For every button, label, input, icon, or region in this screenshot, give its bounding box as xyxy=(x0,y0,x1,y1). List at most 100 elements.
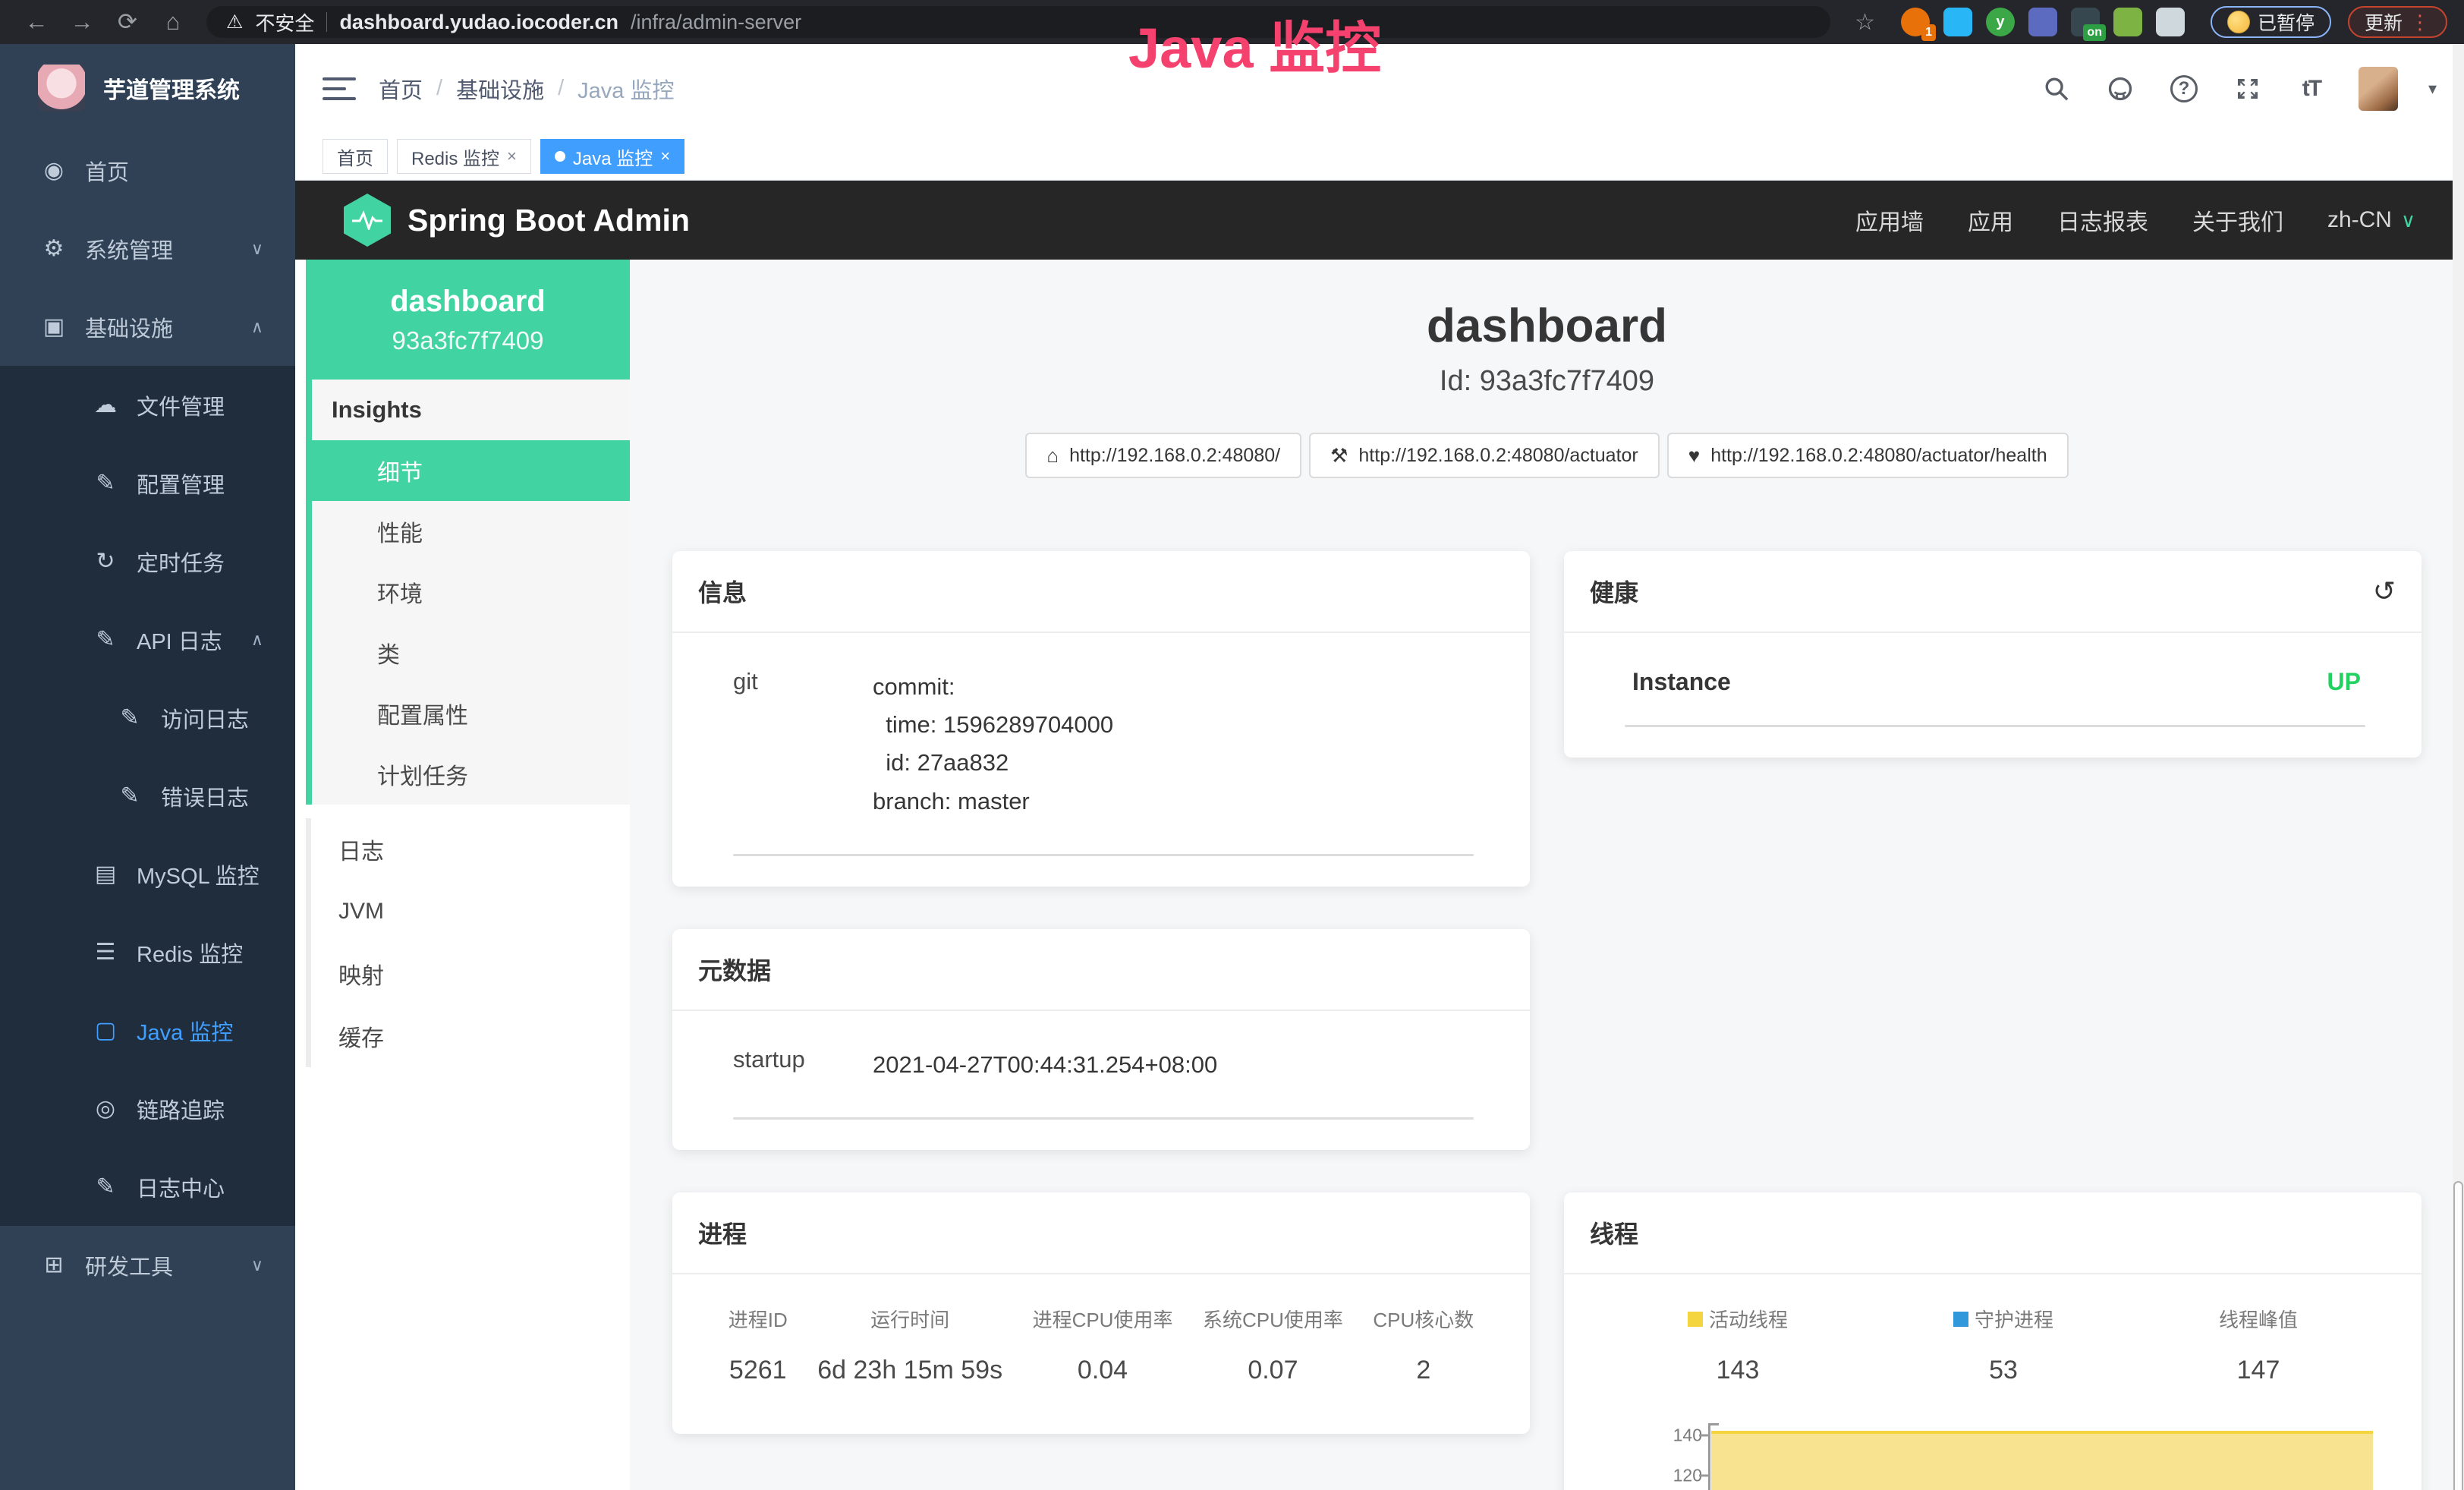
sidebar-item-api-log[interactable]: ✎API 日志∧ xyxy=(0,600,295,679)
extension-list-icon[interactable]: on xyxy=(2071,8,2100,36)
instance-link-button[interactable]: ⌂http://192.168.0.2:48080/ xyxy=(1025,433,1301,478)
sba-side-item-细节[interactable]: 细节 xyxy=(306,440,630,501)
breadcrumb-separator: / xyxy=(558,76,564,101)
breadcrumb-item[interactable]: 首页 xyxy=(379,73,423,105)
extension-leaf-icon[interactable] xyxy=(2113,8,2142,36)
tab-首页[interactable]: 首页 xyxy=(323,139,388,174)
sba-side-item-缓存[interactable]: 缓存 xyxy=(311,1005,630,1067)
sba-brand-title: Spring Boot Admin xyxy=(408,203,690,238)
extensions-row: 1 y on xyxy=(1892,8,2194,36)
sidebar-item-label: 首页 xyxy=(85,155,129,187)
collapse-sidebar-icon[interactable] xyxy=(323,75,356,102)
config-icon: ✎ xyxy=(90,470,121,496)
health-card: 健康 ↺ Instance UP xyxy=(1564,551,2422,758)
sba-side-item-类[interactable]: 类 xyxy=(312,622,630,683)
sidebar-item-mysql[interactable]: ▤MySQL 监控 xyxy=(0,835,295,913)
info-value: commit: time: 1596289704000 id: 27aa832 … xyxy=(873,668,1504,821)
help-icon[interactable]: ? xyxy=(2167,72,2201,106)
paused-profile-button[interactable]: 已暂停 xyxy=(2211,6,2331,38)
fullscreen-icon[interactable] xyxy=(2231,72,2264,106)
thread-stat: 线程峰值147 xyxy=(2219,1305,2298,1385)
threads-card-header: 线程 xyxy=(1564,1192,2422,1274)
back-icon[interactable]: ← xyxy=(17,8,56,36)
home-icon: ⌂ xyxy=(1046,444,1059,468)
extension-orange-icon[interactable]: 1 xyxy=(1901,8,1930,36)
threads-area-series xyxy=(1711,1431,2373,1490)
instance-link-url: http://192.168.0.2:48080/actuator/health xyxy=(1710,445,2047,467)
sba-side-item-环境[interactable]: 环境 xyxy=(312,562,630,622)
sba-nav-item[interactable]: 日志报表 xyxy=(2057,203,2148,237)
tab-Java 监控[interactable]: Java 监控× xyxy=(540,139,684,174)
metadata-row: startup 2021-04-27T00:44:31.254+08:00 xyxy=(698,1046,1504,1084)
tab-Redis 监控[interactable]: Redis 监控× xyxy=(397,139,531,174)
instance-link-button[interactable]: ♥http://192.168.0.2:48080/actuator/healt… xyxy=(1667,433,2069,478)
search-icon[interactable] xyxy=(2040,72,2073,106)
sba-nav-item[interactable]: 应用墙 xyxy=(1855,203,1924,237)
sba-main: dashboard Id: 93a3fc7f7409 ⌂http://192.1… xyxy=(630,260,2464,1490)
sba-nav-item[interactable]: 应用 xyxy=(1968,203,2013,237)
sba-side-item-性能[interactable]: 性能 xyxy=(312,501,630,562)
sidebar-item-redis[interactable]: ☰Redis 监控 xyxy=(0,913,295,991)
app-logo-row[interactable]: 芋道管理系统 xyxy=(0,44,295,131)
sidebar-item-config[interactable]: ✎配置管理 xyxy=(0,444,295,522)
metadata-card-title: 元数据 xyxy=(698,952,771,987)
sidebar-item-error-log[interactable]: ✎错误日志 xyxy=(0,757,295,835)
process-stat: 进程ID5261 xyxy=(729,1305,788,1385)
github-icon[interactable] xyxy=(2104,72,2137,106)
extension-badge: on xyxy=(2083,24,2106,41)
mysql-icon: ▤ xyxy=(90,861,121,887)
security-label[interactable]: 不安全 xyxy=(255,8,314,36)
sidebar-item-tools[interactable]: ⊞研发工具∨ xyxy=(0,1226,295,1304)
bookmark-star-icon[interactable]: ☆ xyxy=(1844,9,1886,36)
chrome-menu-icon[interactable]: ⋮ xyxy=(2410,11,2431,34)
breadcrumb-item: Java 监控 xyxy=(577,73,674,105)
sba-side-item-配置属性[interactable]: 配置属性 xyxy=(312,683,630,744)
info-card-header: 信息 xyxy=(672,551,1530,633)
address-bar[interactable]: ⚠ 不安全 dashboard.yudao.iocoder.cn/infra/a… xyxy=(206,6,1830,38)
sba-nav: 应用墙 应用 日志报表 关于我们 zh-CN∨ xyxy=(1855,203,2415,237)
locale-selector[interactable]: zh-CN∨ xyxy=(2327,207,2415,233)
sidebar-item-java[interactable]: ▢Java 监控 xyxy=(0,991,295,1069)
sba-insights-group: Insights 细节性能环境类配置属性计划任务 xyxy=(306,380,630,805)
gear-icon: ⚙ xyxy=(38,235,70,262)
extension-pin-icon[interactable] xyxy=(1943,8,1972,36)
sidebar-item-gear[interactable]: ⚙系统管理∨ xyxy=(0,209,295,288)
extension-y-icon[interactable]: y xyxy=(1986,8,2015,36)
sidebar-item-job[interactable]: ↻定时任务 xyxy=(0,522,295,600)
close-icon[interactable]: × xyxy=(660,146,670,166)
sba-side-item-JVM[interactable]: JVM xyxy=(311,880,630,943)
sidebar-item-label: 系统管理 xyxy=(85,233,173,265)
sba-side-item-映射[interactable]: 映射 xyxy=(311,943,630,1005)
user-avatar[interactable] xyxy=(2359,67,2398,111)
sidebar-item-file[interactable]: ☁文件管理 xyxy=(0,366,295,444)
instance-link-button[interactable]: ⚒http://192.168.0.2:48080/actuator xyxy=(1309,433,1660,478)
forward-icon[interactable]: → xyxy=(62,8,102,36)
extension-grid-icon[interactable] xyxy=(2028,8,2057,36)
divider xyxy=(733,1117,1474,1120)
history-icon[interactable]: ↺ xyxy=(2373,575,2396,607)
reload-icon[interactable]: ⟳ xyxy=(108,8,147,36)
health-row[interactable]: Instance UP xyxy=(1590,668,2396,696)
home-icon[interactable]: ⌂ xyxy=(153,8,193,36)
page-scrollbar[interactable] xyxy=(2453,44,2464,1490)
sba-side-item-日志[interactable]: 日志 xyxy=(311,818,630,880)
close-icon[interactable]: × xyxy=(507,146,517,166)
sba-app-block[interactable]: dashboard 93a3fc7f7409 xyxy=(306,260,630,380)
extension-puzzle-icon[interactable] xyxy=(2156,8,2185,36)
user-menu-caret-icon[interactable]: ▾ xyxy=(2428,79,2437,99)
update-browser-button[interactable]: 更新 ⋮ xyxy=(2348,6,2447,38)
sidebar-item-access-log[interactable]: ✎访问日志 xyxy=(0,679,295,757)
sba-side-item-计划任务[interactable]: 计划任务 xyxy=(312,744,630,805)
sidebar-item-home[interactable]: ◉首页 xyxy=(0,131,295,209)
sba-nav-item[interactable]: 关于我们 xyxy=(2192,203,2283,237)
url-path: /infra/admin-server xyxy=(631,11,801,34)
y-tick-label: 120 xyxy=(1673,1466,1702,1486)
sidebar-item-log-center[interactable]: ✎日志中心 xyxy=(0,1148,295,1226)
sidebar-item-infra[interactable]: ▣基础设施∧ xyxy=(0,288,295,366)
sba-side-items: 日志JVM映射缓存 xyxy=(306,818,630,1067)
sidebar-item-trace[interactable]: ◎链路追踪 xyxy=(0,1069,295,1148)
scrollbar-thumb[interactable] xyxy=(2453,1181,2463,1490)
font-size-icon[interactable]: tT xyxy=(2295,72,2328,106)
health-card-title: 健康 xyxy=(1590,574,1638,609)
breadcrumb-item[interactable]: 基础设施 xyxy=(456,73,544,105)
